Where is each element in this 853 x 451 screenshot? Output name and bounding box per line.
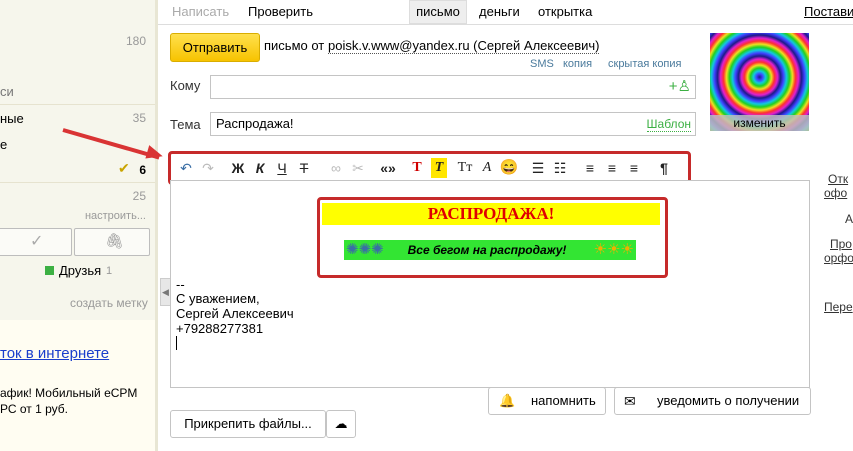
to-field[interactable]: +♙ [210,75,696,99]
top-bar: Написать Проверить письмо деньги открытк… [158,0,853,24]
tab-letter[interactable]: письмо [409,0,467,24]
right-panel-link[interactable]: орфо [824,251,853,265]
check-link[interactable]: Проверить [248,0,313,24]
undo-icon[interactable]: ↶ [177,158,195,178]
font-size-button[interactable]: Тт [455,158,475,178]
right-panel-link[interactable]: Пере [824,300,853,314]
send-button[interactable]: Отправить [170,33,260,62]
ad-block: ток в интернете афик! Мобильный eCPM РС … [0,320,158,451]
label-color-swatch [45,266,54,275]
from-prefix: письмо от [264,38,325,53]
read-receipt-label: уведомить о получении [657,393,800,408]
attach-files-button[interactable]: Прикрепить файлы... [170,410,326,438]
checkmark-icon: ✔ [118,160,130,176]
subject-value: Распродажа! [216,116,294,131]
clear-format-icon[interactable]: ¶ [655,158,673,178]
read-receipt-button[interactable]: ✉ уведомить о получении [614,387,811,415]
ad-title-link[interactable]: ток в интернете [0,345,109,362]
compose-link[interactable]: Написать [172,0,229,24]
template-link[interactable]: Шаблон [646,117,691,132]
copy-link[interactable]: копия [563,58,592,70]
subject-field[interactable]: Распродажа! Шаблон [210,112,696,136]
disk-icon[interactable]: ☁ [326,410,356,438]
attachment-filter-button[interactable]: 🖇 [74,228,150,256]
italic-button[interactable]: К [251,158,269,178]
signature-phone: +79288277381 [176,321,264,336]
strikethrough-button[interactable]: Т [295,158,313,178]
smiley-icon[interactable]: 😄 [499,158,519,178]
envelope-check-icon: ✉ [624,393,636,409]
subject-label: Тема [170,117,201,132]
create-label-link[interactable]: создать метку [70,296,148,310]
divider [158,24,853,25]
settings-link[interactable]: Поставить [804,0,853,24]
text-color-button[interactable]: Т [409,158,425,178]
ad-text: РС от 1 руб. [0,402,68,416]
bell-icon: 🔔 [499,393,516,408]
label-friends-count: 1 [106,265,113,277]
banner-text: Все бегом на распродажу! [407,243,567,257]
folder-sidebar: 180 си ные 35 е ✔ 6 25 настроить... 🖇 ✓ … [0,0,158,451]
link-icon[interactable]: ∞ [326,158,346,178]
sidebar-border [155,0,158,451]
font-family-button[interactable]: А [478,158,496,178]
underline-button[interactable]: Ч [273,158,291,178]
tab-card[interactable]: открытка [538,0,592,24]
ad-text: афик! Мобильный eCPM [0,386,138,400]
align-left-icon[interactable]: ≡ [581,158,599,178]
quote-button[interactable]: «» [376,158,400,178]
tab-money[interactable]: деньги [479,0,520,24]
folder-label[interactable]: си [0,84,14,99]
paperclip-icon: 🖇 [105,233,125,250]
check-icon: ✓ [30,233,44,250]
folder-count: 25 [132,189,146,203]
text-cursor [176,336,177,350]
align-right-icon[interactable]: ≡ [625,158,643,178]
change-avatar-link[interactable]: изменить [710,115,809,131]
folder-count: 6 [139,163,146,177]
hidden-copy-link[interactable]: скрытая копия [608,58,682,70]
setup-link[interactable]: настроить... [85,210,146,222]
bullet-list-icon[interactable]: ☰ [529,158,547,178]
avatar: изменить [710,33,809,131]
bold-button[interactable]: Ж [229,158,247,178]
remind-button[interactable]: 🔔 напомнить [488,387,606,415]
remind-label: напомнить [531,393,596,408]
right-panel-link[interactable]: Отк [828,172,848,186]
folder-label[interactable]: е [0,137,7,152]
right-panel-link[interactable]: Про [830,237,852,251]
from-address-select[interactable]: poisk.v.www@yandex.ru (Сергей Алексеевич… [328,38,600,54]
banner-title: РАСПРОДАЖА! [322,203,660,225]
folder-count: 180 [125,34,146,48]
label-friends[interactable]: Друзья [59,263,101,278]
numbered-list-icon[interactable]: ☷ [551,158,569,178]
to-label: Кому [170,78,201,93]
sun-decoration-icon: ☀☀☀ [593,241,634,258]
align-center-icon[interactable]: ≡ [603,158,621,178]
folder-label[interactable]: ные [0,111,24,126]
sms-link[interactable]: SMS [530,58,554,70]
unlink-icon[interactable]: ✂ [349,158,367,178]
divider [0,104,158,105]
divider [0,182,158,183]
redo-icon[interactable]: ↷ [199,158,217,178]
right-panel-text: А [845,212,853,226]
gear-decoration-icon: ✺✺✺ [346,241,384,258]
highlight-color-button[interactable]: Т [431,158,447,178]
folder-count: 35 [132,111,146,125]
right-panel-link[interactable]: офо [824,186,847,200]
add-contact-icon[interactable]: +♙ [669,77,691,95]
